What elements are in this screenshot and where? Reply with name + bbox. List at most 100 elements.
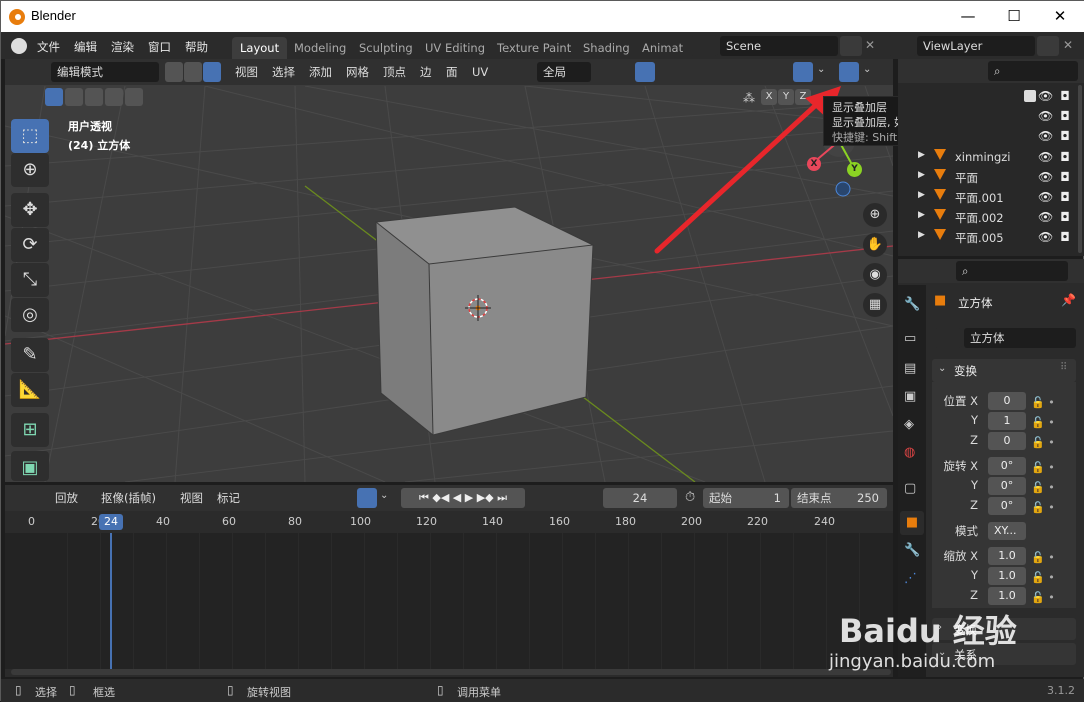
scene-tab-icon[interactable]: ◈ bbox=[904, 417, 914, 432]
tool-tab-icon[interactable]: 🔧 bbox=[904, 297, 920, 312]
timeline-editor-type-icon[interactable] bbox=[11, 488, 45, 508]
modifier-tab-icon[interactable]: 🔧 bbox=[904, 543, 920, 558]
menu-add[interactable]: 添加 bbox=[309, 62, 332, 82]
row2-render-camera-icon[interactable]: ◘ bbox=[1058, 129, 1072, 143]
output-tab-icon[interactable]: ▤ bbox=[904, 361, 916, 376]
render-camera-icon[interactable]: ◘ bbox=[1058, 170, 1072, 184]
stopwatch-icon[interactable]: ⏱ bbox=[685, 490, 695, 505]
tab-modeling[interactable]: Modeling bbox=[286, 37, 354, 59]
menu-edit[interactable]: 编辑 bbox=[74, 39, 97, 55]
menu-window[interactable]: 窗口 bbox=[148, 39, 171, 55]
world-tab-icon[interactable]: ◍ bbox=[904, 445, 915, 460]
scale-y-field[interactable]: 1.0 bbox=[988, 567, 1026, 585]
tab-layout[interactable]: Layout bbox=[232, 37, 288, 59]
visibility-eye-icon[interactable]: 👁 bbox=[1038, 190, 1053, 204]
menu-edge[interactable]: 边 bbox=[420, 62, 432, 82]
tab-uv-editing[interactable]: UV Editing bbox=[417, 37, 493, 59]
scale-z-field[interactable]: 1.0 bbox=[988, 587, 1026, 605]
location-x-field[interactable]: 0 bbox=[988, 392, 1026, 410]
delete-viewlayer-icon[interactable]: ✕ bbox=[1063, 38, 1073, 52]
tool-scale[interactable]: ⤡ bbox=[11, 263, 49, 297]
visibility-eye-icon[interactable]: 👁 bbox=[1038, 150, 1053, 164]
location-y-field[interactable]: 1 bbox=[988, 412, 1026, 430]
timeline-menu-keying[interactable]: 抠像(插帧) bbox=[101, 488, 156, 508]
delete-scene-icon[interactable]: ✕ bbox=[865, 38, 875, 52]
menu-uv[interactable]: UV bbox=[472, 62, 488, 82]
row1-visibility-eye-icon[interactable]: 👁 bbox=[1038, 109, 1053, 123]
vertex-select-icon[interactable] bbox=[165, 62, 183, 82]
timeline-menu-view[interactable]: 视图 bbox=[180, 488, 203, 508]
snap-target-icon[interactable] bbox=[659, 62, 685, 82]
outliner-scrollbar[interactable] bbox=[1078, 85, 1082, 253]
tool-annotate[interactable]: ✎ bbox=[11, 338, 49, 372]
viewlayer-selector-icon[interactable] bbox=[888, 36, 916, 56]
rotation-mode-select[interactable]: XY... bbox=[988, 522, 1026, 540]
collection-tab-icon[interactable]: ▢ bbox=[904, 481, 916, 496]
current-frame-field[interactable]: 24 bbox=[603, 488, 677, 508]
gizmo-dropdown-chevron-icon[interactable]: ⌄ bbox=[817, 64, 825, 75]
outliner-row[interactable]: ▶ 平面.002 👁 ◘ bbox=[898, 207, 1078, 227]
timeline-scrollbar[interactable] bbox=[11, 669, 891, 675]
location-z-field[interactable]: 0 bbox=[988, 432, 1026, 450]
auto-keying-icon[interactable] bbox=[357, 488, 377, 508]
tool-measure[interactable]: 📐 bbox=[11, 373, 49, 407]
frame-ruler[interactable]: 0 20 40 60 80 100 120 140 160 180 200 22… bbox=[5, 511, 893, 533]
object-name-field[interactable]: 立方体 bbox=[964, 328, 1076, 348]
keying-chevron-icon[interactable]: ⌄ bbox=[380, 490, 388, 501]
render-tab-icon[interactable]: ▭ bbox=[904, 331, 916, 346]
end-frame-field[interactable]: 结束点 250 bbox=[791, 488, 887, 508]
object-browse-icon[interactable] bbox=[934, 328, 962, 348]
tool-move[interactable]: ✥ bbox=[11, 193, 49, 227]
menu-help[interactable]: 帮助 bbox=[185, 39, 208, 55]
orientation-select[interactable]: 全局 bbox=[537, 62, 591, 82]
render-camera-icon[interactable]: ◘ bbox=[1058, 150, 1072, 164]
visibility-eye-icon[interactable]: 👁 bbox=[1038, 230, 1053, 244]
timeline-menu-playback[interactable]: 回放 bbox=[55, 488, 78, 508]
outliner-row[interactable]: ▶ xinmingzi 👁 ◘ bbox=[898, 147, 1078, 167]
playhead-indicator[interactable]: 24 bbox=[99, 514, 123, 530]
pivot-point-icon[interactable] bbox=[599, 62, 629, 82]
visibility-icon[interactable] bbox=[757, 62, 787, 82]
tab-shading[interactable]: Shading bbox=[575, 37, 638, 59]
properties-editor-type-icon[interactable] bbox=[904, 261, 936, 281]
display-mode-icon[interactable] bbox=[942, 61, 972, 81]
tool-extrude[interactable]: ▣ bbox=[11, 451, 49, 481]
collection-visibility-eye-icon[interactable]: 👁 bbox=[1038, 89, 1053, 103]
outliner-row[interactable]: ▶ 平面.001 👁 ◘ bbox=[898, 187, 1078, 207]
tool-select-box[interactable]: ⬚ bbox=[11, 119, 49, 153]
playback-controls[interactable]: ⏮ ◆◀ ◀ ▶ ▶◆ ⏭ bbox=[401, 488, 525, 508]
menu-face[interactable]: 面 bbox=[446, 62, 458, 82]
lock-icons[interactable]: 🔓 • 🔓 • 🔓 • bbox=[1031, 393, 1055, 453]
menu-select[interactable]: 选择 bbox=[272, 62, 295, 82]
timeline-area[interactable] bbox=[5, 533, 893, 669]
rotation-lock-icons[interactable]: 🔓 • 🔓 • 🔓 • bbox=[1031, 458, 1055, 518]
tool-add-cube[interactable]: ⊞ bbox=[11, 413, 49, 447]
collection-checkbox[interactable] bbox=[1024, 90, 1036, 102]
menu-file[interactable]: 文件 bbox=[37, 39, 60, 55]
scale-x-field[interactable]: 1.0 bbox=[988, 547, 1026, 565]
outliner-row[interactable]: ▶ 平面 👁 ◘ bbox=[898, 167, 1078, 187]
object-tab-icon[interactable]: ■ bbox=[900, 511, 924, 535]
3d-viewport[interactable]: 用户透视 (24) 立方体 ⁂ X Y Z X Y Z ⊕ ✋ ◉ ▦ bbox=[5, 86, 893, 482]
menu-view[interactable]: 视图 bbox=[235, 62, 258, 82]
outliner-search-input[interactable]: ⌕ bbox=[988, 61, 1078, 81]
visibility-eye-icon[interactable]: 👁 bbox=[1038, 210, 1053, 224]
tool-transform[interactable]: ◎ bbox=[11, 298, 49, 332]
render-camera-icon[interactable]: ◘ bbox=[1058, 190, 1072, 204]
start-frame-field[interactable]: 起始 1 bbox=[703, 488, 789, 508]
tab-sculpting[interactable]: Sculpting bbox=[351, 37, 421, 59]
properties-search-input[interactable]: ⌕ bbox=[956, 261, 1068, 281]
overlays-toggle-icon[interactable] bbox=[839, 62, 859, 82]
visibility-eye-icon[interactable]: 👁 bbox=[1038, 170, 1053, 184]
scene-name-field[interactable]: Scene bbox=[720, 36, 838, 56]
menu-render[interactable]: 渲染 bbox=[111, 39, 134, 55]
falloff-icon[interactable] bbox=[713, 62, 739, 82]
new-viewlayer-icon[interactable] bbox=[1037, 36, 1059, 56]
rotation-y-field[interactable]: 0° bbox=[988, 477, 1026, 495]
viewlayer-name-field[interactable]: ViewLayer bbox=[917, 36, 1035, 56]
snap-toggle-icon[interactable] bbox=[635, 62, 655, 82]
rotation-z-field[interactable]: 0° bbox=[988, 497, 1026, 515]
render-camera-icon[interactable]: ◘ bbox=[1058, 230, 1072, 244]
view-layer-tab-icon[interactable]: ▣ bbox=[904, 389, 916, 404]
tab-texture-paint[interactable]: Texture Paint bbox=[489, 37, 579, 59]
